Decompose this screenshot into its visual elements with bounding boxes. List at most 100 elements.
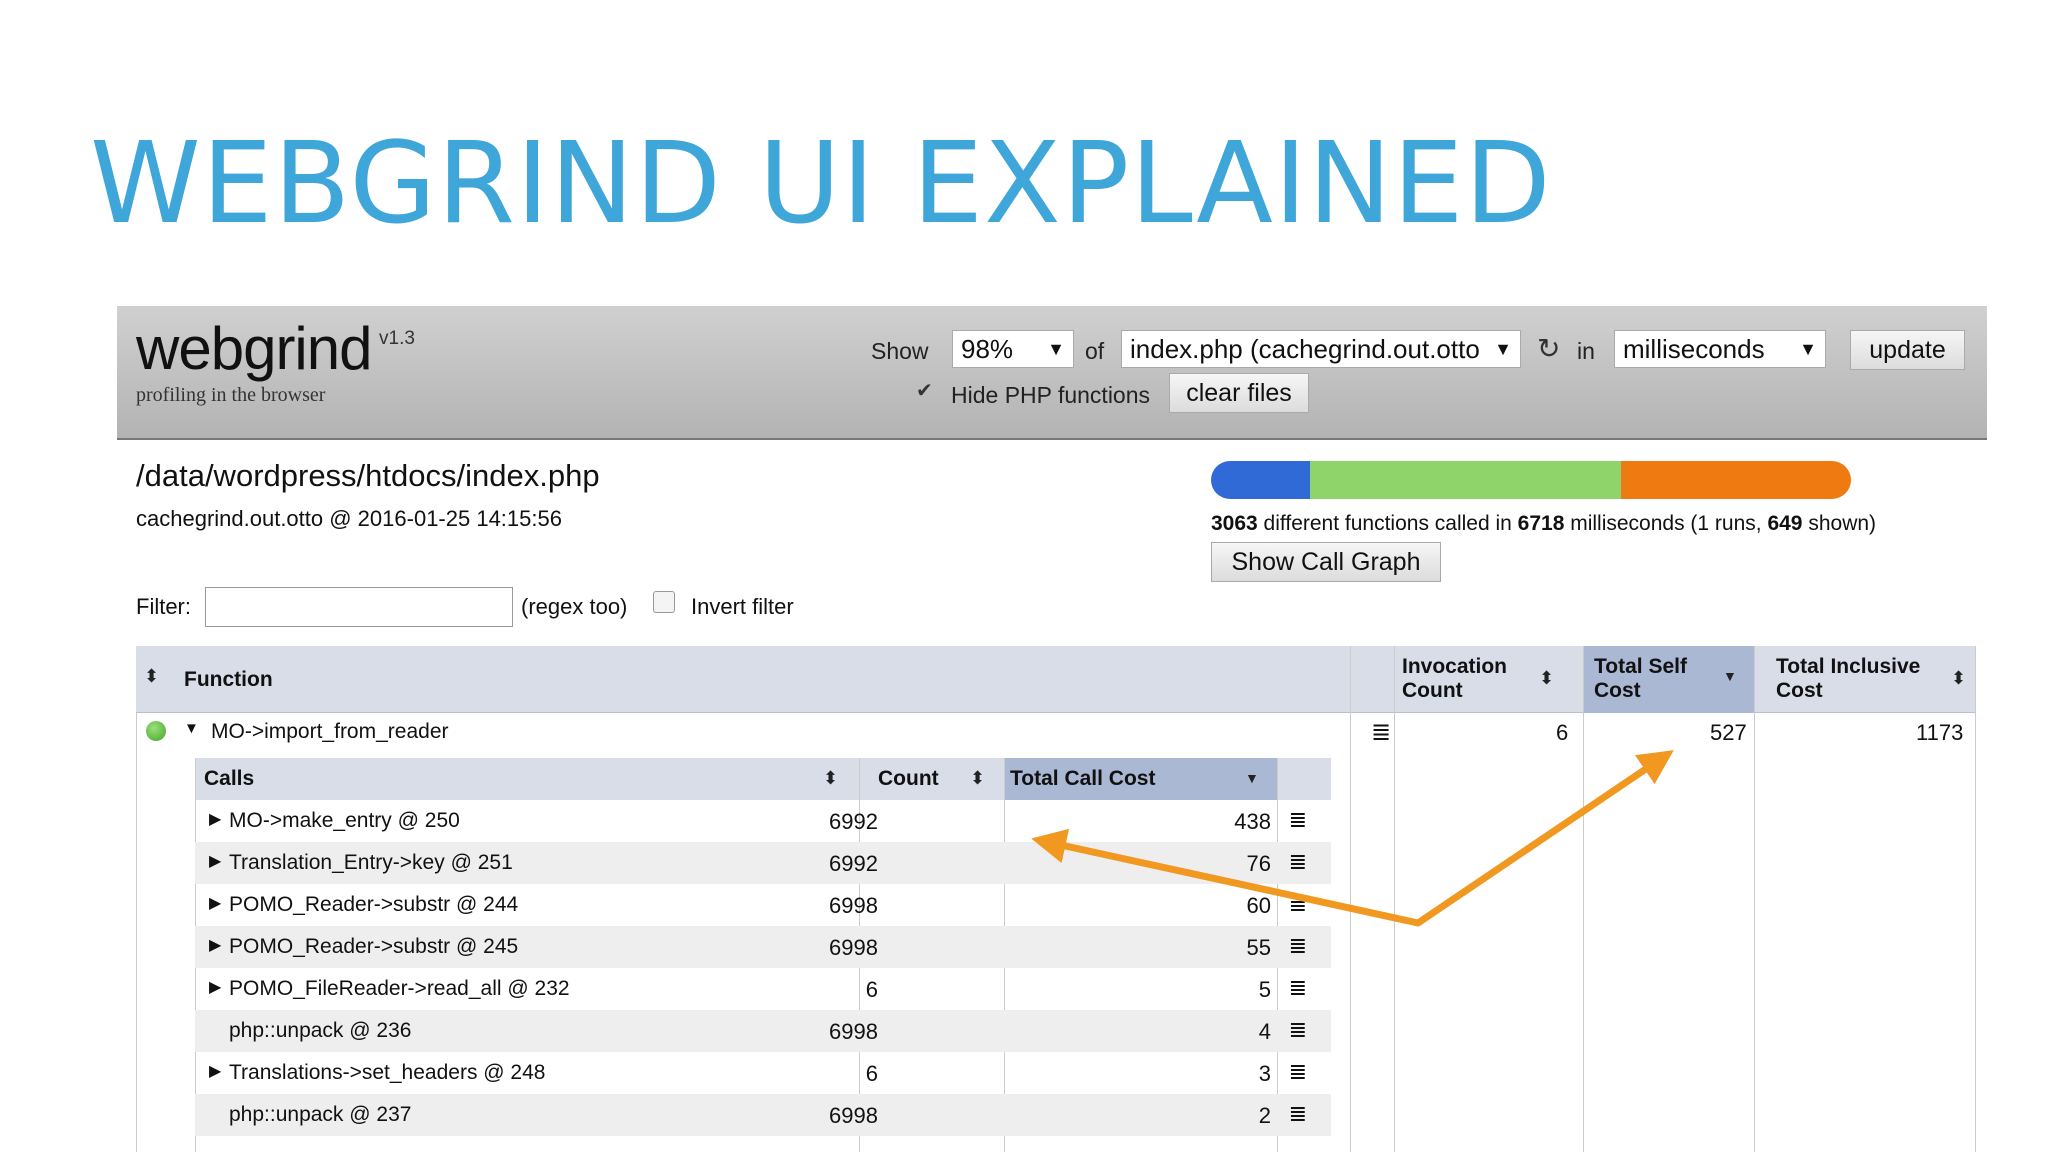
expand-triangle-icon[interactable]: ▶ — [209, 893, 221, 913]
invocation-count: 6 — [1556, 720, 1569, 745]
in-label: in — [1577, 338, 1595, 364]
list-icon[interactable]: ≣ — [1289, 1017, 1307, 1043]
list-icon[interactable]: ≣ — [1289, 933, 1307, 959]
th-self-line: Cost — [1594, 679, 1641, 702]
expand-triangle-icon[interactable]: ▶ — [209, 851, 221, 871]
call-count: 6992 — [829, 809, 878, 834]
expand-triangle-icon[interactable]: ▶ — [209, 1061, 221, 1081]
call-row[interactable]: php::unpack @ 237 6998 2 ≣ — [195, 1094, 1331, 1136]
cost-breakdown-bar — [1211, 461, 1851, 499]
dropdown-arrow-icon: ▼ — [1494, 339, 1512, 359]
call-name[interactable]: POMO_FileReader->read_all @ 232 — [229, 977, 570, 1001]
run-summary: 3063 different functions called in 6718 … — [1211, 512, 1876, 536]
th-total-self-cost[interactable]: Total Self Cost — [1594, 655, 1687, 703]
expand-triangle-icon[interactable]: ▶ — [209, 935, 221, 955]
th-inclusive-line: Total Inclusive — [1776, 655, 1921, 678]
list-icon[interactable]: ≣ — [1289, 849, 1307, 875]
column-divider — [136, 713, 137, 1152]
status-dot-icon — [146, 721, 166, 741]
update-button[interactable]: update — [1850, 330, 1965, 370]
th-count[interactable]: Count — [878, 767, 939, 791]
call-row[interactable]: php::unpack @ 236 6998 4 ≣ — [195, 1010, 1331, 1052]
self-cost: 527 — [1710, 720, 1747, 745]
invert-filter-label: Invert filter — [691, 594, 794, 619]
th-total-call-cost[interactable]: Total Call Cost — [1010, 767, 1155, 791]
th-invocation-line: Count — [1402, 679, 1463, 702]
call-name[interactable]: Translations->set_headers @ 248 — [229, 1061, 545, 1085]
call-row[interactable]: ▶ Translation_Entry->key @ 251 6992 76 ≣ — [195, 842, 1331, 884]
th-invocation-count[interactable]: Invocation Count — [1402, 655, 1507, 703]
call-count: 6998 — [829, 1019, 878, 1044]
sort-icon[interactable]: ⬍ — [144, 666, 159, 687]
call-name[interactable]: MO->make_entry @ 250 — [229, 809, 460, 833]
list-icon[interactable]: ≣ — [1289, 1101, 1307, 1127]
function-name[interactable]: MO->import_from_reader — [211, 720, 449, 744]
file-path: /data/wordpress/htdocs/index.php — [136, 458, 600, 493]
call-row[interactable]: ▶ MO->make_entry @ 250 6992 438 ≣ — [195, 800, 1331, 842]
call-count: 6998 — [829, 1103, 878, 1128]
call-name[interactable]: Translation_Entry->key @ 251 — [229, 851, 513, 875]
app-header: webgrind v1.3 profiling in the browser S… — [117, 306, 1987, 440]
invert-filter-checkbox[interactable] — [653, 591, 675, 613]
unit-select[interactable]: milliseconds ▼ — [1614, 330, 1826, 368]
cost-segment — [1310, 461, 1621, 499]
call-row[interactable]: ▶ POMO_Reader->substr @ 244 6998 60 ≣ — [195, 884, 1331, 926]
list-icon[interactable]: ≣ — [1289, 891, 1307, 917]
call-row[interactable]: ▶ POMO_FileReader->read_all @ 232 6 5 ≣ — [195, 968, 1331, 1010]
call-name[interactable]: POMO_Reader->substr @ 245 — [229, 935, 518, 959]
list-icon[interactable]: ≣ — [1371, 718, 1391, 747]
call-count: 6 — [865, 1061, 878, 1086]
th-inclusive-line: Cost — [1776, 679, 1823, 702]
profile-file-select[interactable]: index.php (cachegrind.out.otto ▼ — [1121, 330, 1521, 368]
sort-icon[interactable]: ⬍ — [823, 768, 838, 789]
call-name[interactable]: php::unpack @ 237 — [229, 1103, 411, 1127]
dropdown-arrow-icon: ▼ — [1047, 339, 1065, 359]
inclusive-cost: 1173 — [1916, 720, 1964, 745]
hide-php-checkbox[interactable]: ✔ — [916, 381, 934, 401]
call-cost: 438 — [1234, 809, 1271, 834]
summary-text: different functions called in — [1257, 512, 1518, 535]
summary-text: shown) — [1802, 512, 1877, 535]
cost-segment — [1211, 461, 1311, 499]
sort-descending-icon[interactable]: ▼ — [1245, 770, 1259, 786]
hide-php-label: Hide PHP functions — [951, 382, 1151, 408]
refresh-icon[interactable]: ↻ — [1537, 332, 1560, 365]
calls-table-header: Calls ⬍ Count ⬍ Total Call Cost ▼ — [195, 758, 1331, 800]
expand-triangle-icon[interactable]: ▶ — [209, 809, 221, 829]
show-percent-select[interactable]: 98% ▼ — [952, 330, 1074, 368]
app-tagline: profiling in the browser — [136, 384, 326, 406]
call-cost: 2 — [1258, 1103, 1271, 1128]
show-call-graph-button[interactable]: Show Call Graph — [1211, 542, 1441, 582]
show-label: Show — [871, 338, 929, 364]
expand-triangle-icon[interactable]: ▶ — [209, 977, 221, 997]
call-count: 6998 — [829, 893, 878, 918]
call-row[interactable]: ▶ Translations->set_headers @ 248 6 3 ≣ — [195, 1052, 1331, 1094]
clear-files-button[interactable]: clear files — [1169, 373, 1309, 413]
sort-icon[interactable]: ⬍ — [970, 768, 985, 789]
show-percent-value: 98% — [961, 334, 1014, 364]
call-name[interactable]: php::unpack @ 236 — [229, 1019, 411, 1043]
function-table-header: ⬍ Function Invocation Count ⬍ Total Self… — [136, 646, 1976, 713]
call-row[interactable]: ▶ POMO_Reader->substr @ 245 6998 55 ≣ — [195, 926, 1331, 968]
function-count: 3063 — [1211, 512, 1258, 535]
slide-title: WEBGRIND UI EXPLAINED — [90, 119, 1552, 249]
call-cost: 4 — [1258, 1019, 1271, 1044]
sort-icon[interactable]: ⬍ — [1539, 668, 1554, 689]
regex-note: (regex too) — [521, 594, 628, 619]
function-row[interactable]: ▼ MO->import_from_reader ≣ 6 527 1173 — [136, 714, 1976, 752]
list-icon[interactable]: ≣ — [1289, 1059, 1307, 1085]
dropdown-arrow-icon: ▼ — [1799, 339, 1817, 359]
sort-descending-icon[interactable]: ▼ — [1723, 668, 1737, 684]
sort-icon[interactable]: ⬍ — [1951, 668, 1966, 689]
filter-input[interactable] — [205, 587, 513, 627]
call-name[interactable]: POMO_Reader->substr @ 244 — [229, 893, 518, 917]
th-calls[interactable]: Calls — [204, 767, 254, 791]
call-cost: 60 — [1246, 893, 1271, 918]
summary-text: milliseconds (1 runs, — [1564, 512, 1768, 535]
th-total-inclusive-cost[interactable]: Total Inclusive Cost — [1776, 655, 1920, 703]
list-icon[interactable]: ≣ — [1289, 807, 1307, 833]
collapse-triangle-icon[interactable]: ▼ — [184, 720, 199, 737]
list-icon[interactable]: ≣ — [1289, 975, 1307, 1001]
th-function[interactable]: Function — [184, 668, 273, 692]
profile-file-value: index.php (cachegrind.out.otto — [1130, 334, 1480, 364]
